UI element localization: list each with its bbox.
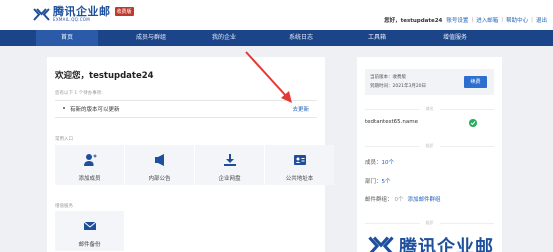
members-label: 成员： (365, 160, 382, 166)
nav-toolbox[interactable]: 工具箱 (349, 30, 405, 46)
logo-name: 腾讯企业邮 (53, 5, 111, 18)
announcement-tile[interactable]: 内部公告 (125, 145, 194, 185)
package-info: 当前版本：收费版 到期时间：2021年3月20日 续费 (365, 69, 494, 95)
add-member-tile[interactable]: 添加成员 (55, 145, 124, 185)
account-settings-link[interactable]: 账号设置 (446, 16, 468, 24)
main-panel: 欢迎您，testupdate24 您有以下 1 个待办事项: 有新的版本可以更新… (47, 57, 334, 252)
separator: | (531, 17, 533, 23)
domain-name: tedtantest65.name (365, 119, 418, 125)
todo-text: 有新的版本可以更新 (70, 107, 120, 113)
common-entries-label: 常用入口 (55, 137, 73, 142)
main-nav: 首页 成员与群组 我的企业 系统日志 工具箱 增值服务 (0, 30, 553, 46)
separator: | (471, 17, 474, 23)
divider-label: 组织 (419, 143, 440, 149)
todo-hint: 您有以下 1 个待办事项: (55, 91, 103, 96)
mail-icon (83, 221, 96, 230)
verified-check-icon (469, 119, 477, 127)
top-header: 腾讯企业邮 EXMAIL.QQ.COM 收费版 您好，testupdate24 … (0, 0, 553, 30)
enter-mailbox-link[interactable]: 进入邮箱 (476, 16, 498, 24)
user-bar: 您好，testupdate24 账号设置 | 进入邮箱 | 帮助中心 | 退出 (384, 16, 547, 24)
megaphone-icon (154, 154, 164, 166)
download-icon (223, 154, 236, 166)
logout-link[interactable]: 退出 (536, 16, 547, 24)
members-count[interactable]: 10个 (382, 160, 395, 166)
contact-card-icon (293, 155, 306, 165)
tile-label: 添加成员 (78, 176, 101, 182)
todo-item: 有新的版本可以更新 去更新 (55, 100, 317, 118)
groups-label: 邮件群组： (365, 197, 393, 203)
common-entries: 添加成员 内部公告 企业网盘 公共地址本 (55, 145, 335, 185)
departments-label: 部门： (365, 179, 382, 185)
divider-label: 域名 (419, 106, 440, 112)
divider-label: 组织 (419, 220, 440, 226)
exmail-big-logo-icon (368, 236, 394, 252)
departments-stat: 部门：5个 (365, 177, 391, 185)
update-link[interactable]: 去更新 (292, 105, 309, 113)
renew-button[interactable]: 续费 (464, 76, 487, 88)
groups-stat: 邮件群组： 0个 添加邮件群组 (365, 195, 441, 203)
tile-label: 企业网盘 (218, 176, 241, 182)
mail-backup-tile[interactable]: 邮件备份 (55, 211, 124, 251)
nav-my-enterprise[interactable]: 我的企业 (193, 30, 255, 46)
logo-domain: EXMAIL.QQ.COM (53, 17, 90, 22)
exmail-logo[interactable]: 腾讯企业邮 EXMAIL.QQ.COM 收费版 (33, 6, 134, 26)
address-book-tile[interactable]: 公共地址本 (265, 145, 334, 185)
expire-date: 到期时间：2021年3月20日 (370, 84, 427, 89)
side-panel: 当前版本：收费版 到期时间：2021年3月20日 续费 域名 tedtantes… (357, 57, 502, 252)
add-user-icon (83, 154, 96, 166)
members-stat: 成员：10个 (365, 158, 394, 166)
bottom-divider: 组织 (365, 220, 494, 226)
nav-members-groups[interactable]: 成员与群组 (111, 30, 191, 46)
nav-home[interactable]: 首页 (36, 30, 98, 46)
groups-count: 0个 (394, 197, 404, 203)
edition-badge: 收费版 (114, 7, 134, 16)
current-version: 当前版本：收费版 (370, 75, 406, 80)
tile-label: 公共地址本 (285, 176, 314, 182)
departments-count[interactable]: 5个 (382, 179, 391, 185)
separator: | (501, 17, 504, 23)
help-center-link[interactable]: 帮助中心 (506, 16, 528, 24)
exmail-logo-icon (33, 8, 50, 21)
nav-value-added[interactable]: 增值服务 (422, 30, 488, 46)
exmail-big-logo: 腾讯企业邮 (367, 233, 494, 252)
netdisk-tile[interactable]: 企业网盘 (195, 145, 264, 185)
value-added-entries: 邮件备份 (55, 211, 125, 251)
nav-system-log[interactable]: 系统日志 (270, 30, 332, 46)
bullet-icon (63, 107, 65, 109)
org-divider: 组织 (365, 143, 494, 149)
value-added-label: 增值服务 (55, 204, 73, 209)
tile-label: 邮件备份 (78, 242, 101, 248)
tile-label: 内部公告 (148, 176, 171, 182)
big-logo-name: 腾讯企业邮 (399, 237, 494, 252)
add-group-link[interactable]: 添加邮件群组 (408, 197, 441, 203)
welcome-title: 欢迎您，testupdate24 (55, 71, 154, 81)
domain-divider: 域名 (365, 106, 494, 112)
greeting-text: 您好，testupdate24 (384, 18, 443, 24)
